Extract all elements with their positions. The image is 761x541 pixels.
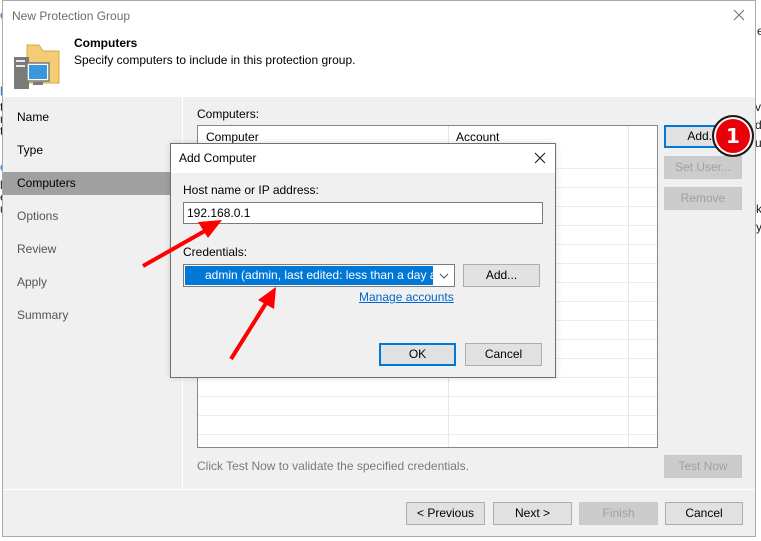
bg-fragment: y	[756, 220, 761, 234]
row-gridline	[198, 434, 657, 435]
manage-accounts-link[interactable]: Manage accounts	[359, 290, 454, 304]
dialog-titlebar: Add Computer	[171, 144, 555, 173]
computers-label: Computers:	[197, 107, 260, 121]
credentials-label: Credentials:	[183, 245, 248, 259]
add-credentials-button[interactable]: Add...	[463, 264, 540, 287]
sidebar-item-type[interactable]: Type	[3, 139, 172, 162]
window-title: New Protection Group	[12, 9, 131, 23]
set-user-button[interactable]: Set User...	[664, 156, 742, 179]
finish-button[interactable]: Finish	[579, 502, 658, 525]
wizard-steps: Name Type Computers Options Review Apply…	[3, 97, 182, 489]
ok-button[interactable]: OK	[379, 343, 456, 366]
remove-button[interactable]: Remove	[664, 187, 742, 210]
test-hint-text: Click Test Now to validate the specified…	[197, 459, 469, 473]
column-header-computer[interactable]: Computer	[206, 130, 259, 144]
step-badge: 1	[712, 115, 754, 157]
host-input[interactable]: 192.168.0.1	[183, 202, 543, 224]
credentials-select[interactable]: admin (admin, last edited: less than a d…	[183, 264, 455, 287]
next-button[interactable]: Next >	[493, 502, 572, 525]
page-title: Computers	[74, 36, 138, 50]
row-gridline	[198, 396, 657, 397]
window-header: New Protection Group Computers Specify c…	[3, 1, 755, 97]
close-icon[interactable]	[731, 7, 747, 23]
previous-button[interactable]: < Previous	[406, 502, 485, 525]
sidebar-item-name[interactable]: Name	[3, 106, 172, 129]
add-computer-dialog: Add Computer Host name or IP address: 19…	[170, 143, 556, 378]
sidebar-item-review[interactable]: Review	[3, 238, 172, 261]
computers-folder-icon	[14, 44, 60, 89]
sidebar-item-apply[interactable]: Apply	[3, 271, 172, 294]
host-label: Host name or IP address:	[183, 183, 319, 197]
sidebar-item-computers[interactable]: Computers	[3, 172, 172, 195]
bg-fragment: k	[756, 202, 761, 216]
sidebar-item-summary[interactable]: Summary	[3, 304, 172, 327]
dialog-title: Add Computer	[179, 151, 257, 165]
bg-fragment: e	[757, 24, 761, 38]
sidebar-item-options[interactable]: Options	[3, 205, 172, 228]
close-icon[interactable]	[533, 151, 547, 165]
credentials-selected-value: admin (admin, last edited: less than a d…	[185, 266, 433, 285]
dialog-cancel-button[interactable]: Cancel	[465, 343, 542, 366]
page-subtitle: Specify computers to include in this pro…	[74, 53, 356, 67]
cancel-button[interactable]: Cancel	[665, 502, 743, 525]
test-now-button[interactable]: Test Now	[664, 455, 742, 478]
chevron-down-icon[interactable]	[436, 267, 452, 284]
column-separator	[628, 126, 629, 447]
footer-divider	[3, 489, 755, 490]
column-header-account[interactable]: Account	[456, 130, 499, 144]
row-gridline	[198, 415, 657, 416]
